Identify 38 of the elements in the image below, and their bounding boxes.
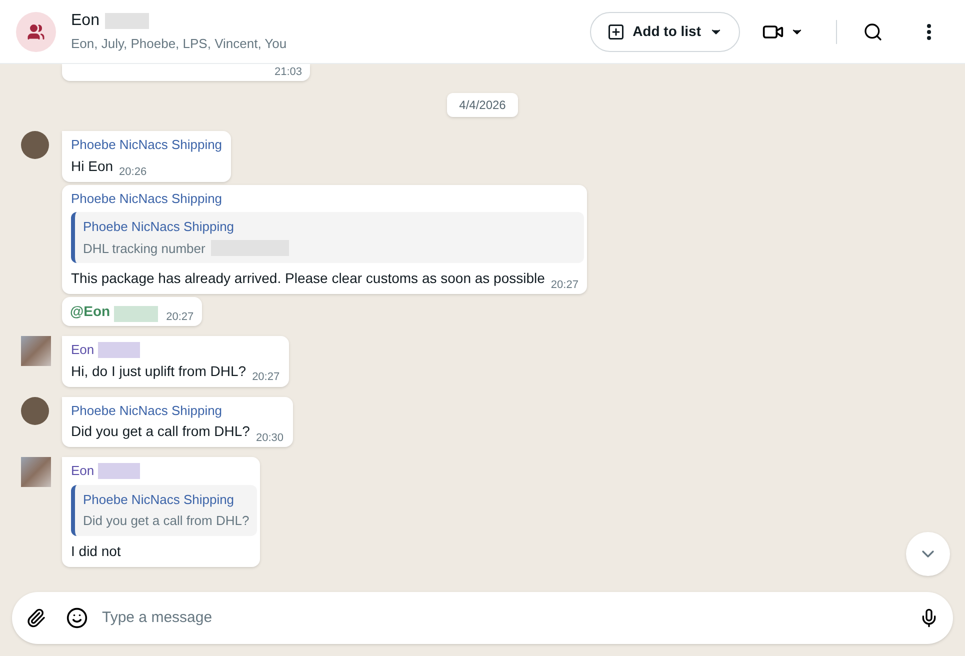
message-text: Did you get a call from DHL? xyxy=(71,422,250,441)
quoted-sender: Phoebe NicNacs Shipping xyxy=(83,490,236,509)
sticker-icon xyxy=(66,607,88,629)
sender-name[interactable]: Phoebe NicNacs Shipping xyxy=(71,400,222,420)
date-chip: 4/4/2026 xyxy=(447,93,518,117)
message-text: Hi Eon xyxy=(71,156,114,176)
message-text: This package has already arrived. Please clear customs as soon as possible xyxy=(71,269,545,288)
add-to-list-button[interactable]: Add to list xyxy=(590,12,740,52)
message-input[interactable]: Type a message xyxy=(102,606,919,630)
search-icon xyxy=(863,22,883,42)
group-icon xyxy=(27,22,45,40)
sender-name[interactable]: Eon xyxy=(71,461,94,480)
sticker-button[interactable] xyxy=(66,607,88,629)
quoted-message[interactable]: Phoebe NicNacs Shipping DHL tracking number xyxy=(71,212,584,263)
quoted-message[interactable]: Phoebe NicNacs Shipping Did you get a call from DHL? xyxy=(71,484,258,536)
list-icon xyxy=(606,22,625,40)
message-time: 21:03 xyxy=(274,66,302,79)
quoted-text: Did you get a call from DHL? xyxy=(83,512,250,530)
sender-name[interactable]: Eon xyxy=(71,340,94,360)
message-time: 20:27 xyxy=(550,278,578,292)
message-time: 20:30 xyxy=(256,430,284,446)
message-time: 20:27 xyxy=(166,310,194,324)
sender-name[interactable]: Phoebe NicNacs Shipping xyxy=(71,135,222,154)
chat-title: Eon xyxy=(71,11,100,32)
message-input-field[interactable]: Type a message xyxy=(12,592,953,644)
message-text: Hi, do I just uplift from DHL? xyxy=(71,362,246,381)
paperclip-icon xyxy=(26,608,46,628)
message-time: 20:27 xyxy=(252,370,280,385)
sender-name[interactable]: Phoebe NicNacs Shipping xyxy=(71,188,222,208)
member-list: Eon, July, Phoebe, LPS, Vincent, You xyxy=(71,34,287,54)
attach-button[interactable] xyxy=(26,608,46,628)
message-time: 20:26 xyxy=(119,165,147,180)
message-text: I did not xyxy=(71,542,121,560)
quoted-sender: Phoebe NicNacs Shipping xyxy=(83,218,236,236)
menu-icon xyxy=(927,24,931,40)
group-avatar[interactable] xyxy=(16,12,56,52)
quoted-text: DHL tracking number xyxy=(83,240,206,258)
mention-link[interactable]: @Eon xyxy=(70,301,110,322)
